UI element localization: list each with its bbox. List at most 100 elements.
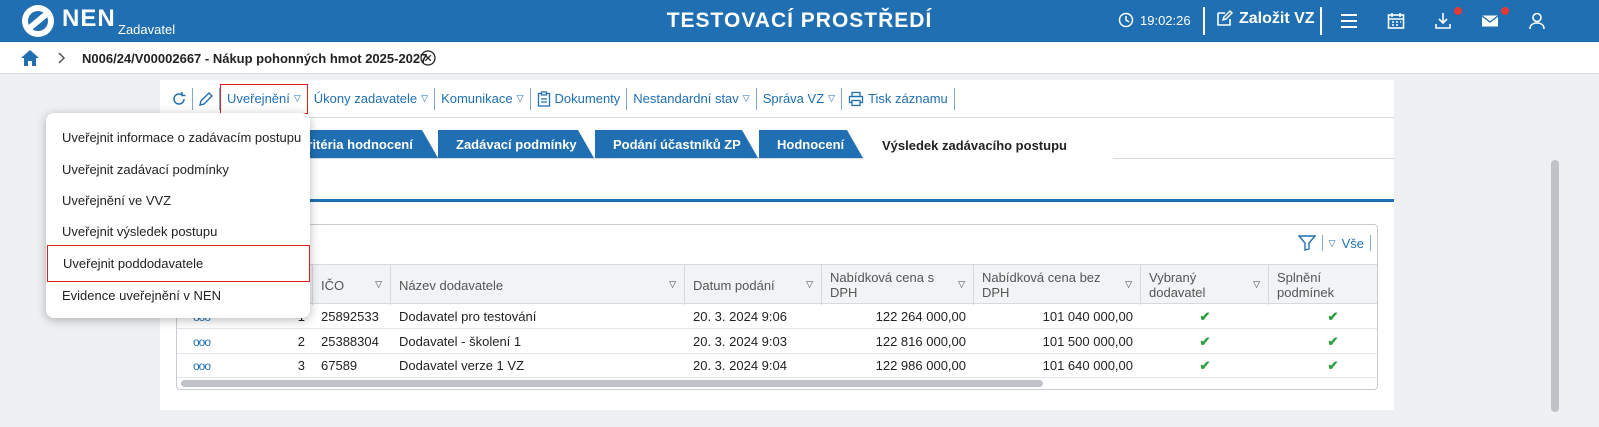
row-number: 3 [297,358,305,373]
header-cell-ico[interactable]: IČO ▽ [313,265,391,305]
filter-triangle-icon[interactable]: ▽ [958,277,965,292]
tab-evaluation[interactable]: Hodnocení [759,130,863,158]
toolbar-communication-dropdown[interactable]: Komunikace ▽ [435,87,531,110]
cell-price-with-vat: 122 816 000,00 [875,334,966,349]
column-label: Datum podání [693,277,775,293]
cell-price-with-vat: 122 986 000,00 [875,358,966,373]
mail-icon[interactable] [1480,11,1500,31]
filter-triangle-icon[interactable]: ▽ [806,277,813,292]
column-label: IČO [321,277,345,293]
column-label: Vybraný dodavatel [1149,270,1206,300]
refresh-icon [173,91,186,105]
menu-item-nen-publication-records[interactable]: Evidence uveřejnění v NEN [46,279,310,313]
column-label: Splnění podmínek [1277,270,1335,300]
divider [1370,235,1371,251]
menu-item-publish-procedure-info[interactable]: Uveřejnit informace o zadávacím postupu [46,121,310,155]
check-icon: ✔ [1199,358,1211,373]
toolbar-label: Nestandardní stav [633,91,739,106]
header-cell-price-without-vat[interactable]: Nabídková cena bez DPH ▽ [974,265,1141,305]
header-cell-fulfilled-conditions[interactable]: Splnění podmínek [1269,265,1377,305]
header-cell-selected-supplier[interactable]: Vybraný dodavatel ▽ [1141,265,1269,305]
toolbar-vz-management-dropdown[interactable]: Správa VZ ▽ [757,87,843,110]
notification-dot [1501,7,1509,15]
tab-label: Hodnocení [777,136,845,152]
top-bar: NEN Zadavatel TESTOVACÍ PROSTŘEDÍ 19:02:… [0,0,1599,42]
toolbar-label: Úkony zadavatele [313,91,418,106]
column-label: Nabídková cena bez DPH [982,270,1101,300]
chevron-right-icon [58,52,66,64]
tab-participant-submissions[interactable]: Podání účastníků ZP [595,130,758,158]
header-cell-supplier-name[interactable]: Název dodavatele ▽ [391,265,685,305]
brand-subtitle: Zadavatel [118,22,176,37]
row-actions-button[interactable]: ooo [185,354,218,378]
toolbar-publication-dropdown[interactable]: Uveřejnění ▽ [220,83,308,114]
grid-tools: ▽ Vše [1297,235,1371,251]
row-number: 2 [297,334,305,349]
cell-supplier-name: Dodavatel verze 1 VZ [399,358,525,373]
breadcrumb-current[interactable]: N006/24/V00002667 - Nákup pohonných hmot… [82,51,427,66]
create-vz-button[interactable]: Založit VZ [1215,10,1315,28]
triangle-down-icon: ▽ [742,93,750,103]
close-icon[interactable] [420,50,436,66]
session-clock: 19:02:26 [1118,12,1191,28]
menu-item-publish-procedure-result[interactable]: Uveřejnit výsledek postupu [46,215,310,249]
toolbar-label: Správa VZ [762,91,825,106]
cell-submission-date: 20. 3. 2024 9:06 [693,309,787,324]
toolbar-print-button[interactable]: Tisk záznamu [842,87,955,110]
menu-item-publish-subcontractors[interactable]: Uveřejnit poddodavatele [47,245,310,282]
download-icon[interactable] [1433,11,1453,31]
header-cell-price-with-vat[interactable]: Nabídková cena s DPH ▽ [822,265,974,305]
divider [1321,235,1323,251]
menu-item-publish-in-vvz[interactable]: Uveřejnění ve VVZ [46,184,310,218]
header-cell-submission-date[interactable]: Datum podání ▽ [685,265,822,305]
filter-triangle-icon[interactable]: ▽ [1253,277,1260,292]
menu-icon[interactable] [1339,11,1359,31]
clock-time: 19:02:26 [1140,12,1191,28]
cell-ico: 25892533 [321,309,379,324]
home-icon[interactable] [20,49,40,67]
table-row[interactable]: ooo 2 25388304 Dodavatel - školení 1 20.… [177,330,1377,354]
horizontal-scrollbar[interactable] [181,380,1043,387]
clock-icon [1118,12,1134,28]
toolbar-documents-button[interactable]: Dokumenty [531,87,628,110]
triangle-down-icon: ▽ [828,93,836,103]
section-underline [160,199,1394,202]
check-icon: ✔ [1327,334,1339,349]
filter-triangle-icon[interactable]: ▽ [669,277,676,292]
filter-triangle-icon[interactable]: ▽ [375,277,382,292]
action-toolbar: Uveřejnění ▽ Úkony zadavatele ▽ Komunikace… [160,80,1394,118]
edit-icon [1217,10,1233,26]
refresh-button[interactable] [166,87,193,110]
column-label: Nabídková cena s DPH [830,270,935,300]
edit-button[interactable] [193,87,220,110]
show-all-button[interactable]: Vše [1342,236,1364,251]
user-icon[interactable] [1527,11,1547,31]
cell-price-without-vat: 101 040 000,00 [1042,309,1133,324]
triangle-down-icon[interactable]: ▽ [1329,238,1336,249]
calendar-icon[interactable] [1386,11,1406,31]
toolbar-actions-dropdown[interactable]: Úkony zadavatele ▽ [308,87,436,110]
tab-procedure-result[interactable]: Výsledek zadávacího postupu [864,130,1114,160]
column-label: Název dodavatele [399,277,504,293]
nen-logo-icon[interactable] [22,5,54,37]
filter-triangle-icon[interactable]: ▽ [1125,277,1132,292]
tab-tender-conditions[interactable]: Zadávací podmínky [438,130,594,158]
divider [1203,7,1205,35]
grid-header: IČO ▽ Název dodavatele ▽ Datum podání ▽ Nab… [177,264,1377,305]
check-icon: ✔ [1327,358,1339,373]
cell-supplier-name: Dodavatel pro testování [399,309,537,324]
check-icon: ✔ [1199,334,1211,349]
toolbar-label: Uveřejnění [227,91,290,106]
menu-item-publish-tender-conditions[interactable]: Uveřejnit zadávací podmínky [46,153,310,187]
tab-label: Výsledek zadávacího postupu [882,137,1067,153]
vertical-scrollbar[interactable] [1551,160,1559,412]
suppliers-grid: ▽ Vše IČO ▽ Název dodavatele ▽ Datum podán… [176,224,1378,390]
row-actions-button[interactable]: ooo [185,330,218,354]
table-row[interactable]: ooo 1 25892533 Dodavatel pro testování 2… [177,305,1377,329]
table-row[interactable]: ooo 3 67589 Dodavatel verze 1 VZ 20. 3. … [177,354,1377,378]
tab-label: Podání účastníků ZP [613,136,741,152]
toolbar-nonstandard-state-dropdown[interactable]: Nestandardní stav ▽ [627,87,757,110]
brand-name: NEN [62,5,116,32]
tab-label: Zadávací podmínky [456,136,577,152]
filter-icon[interactable] [1297,235,1316,251]
